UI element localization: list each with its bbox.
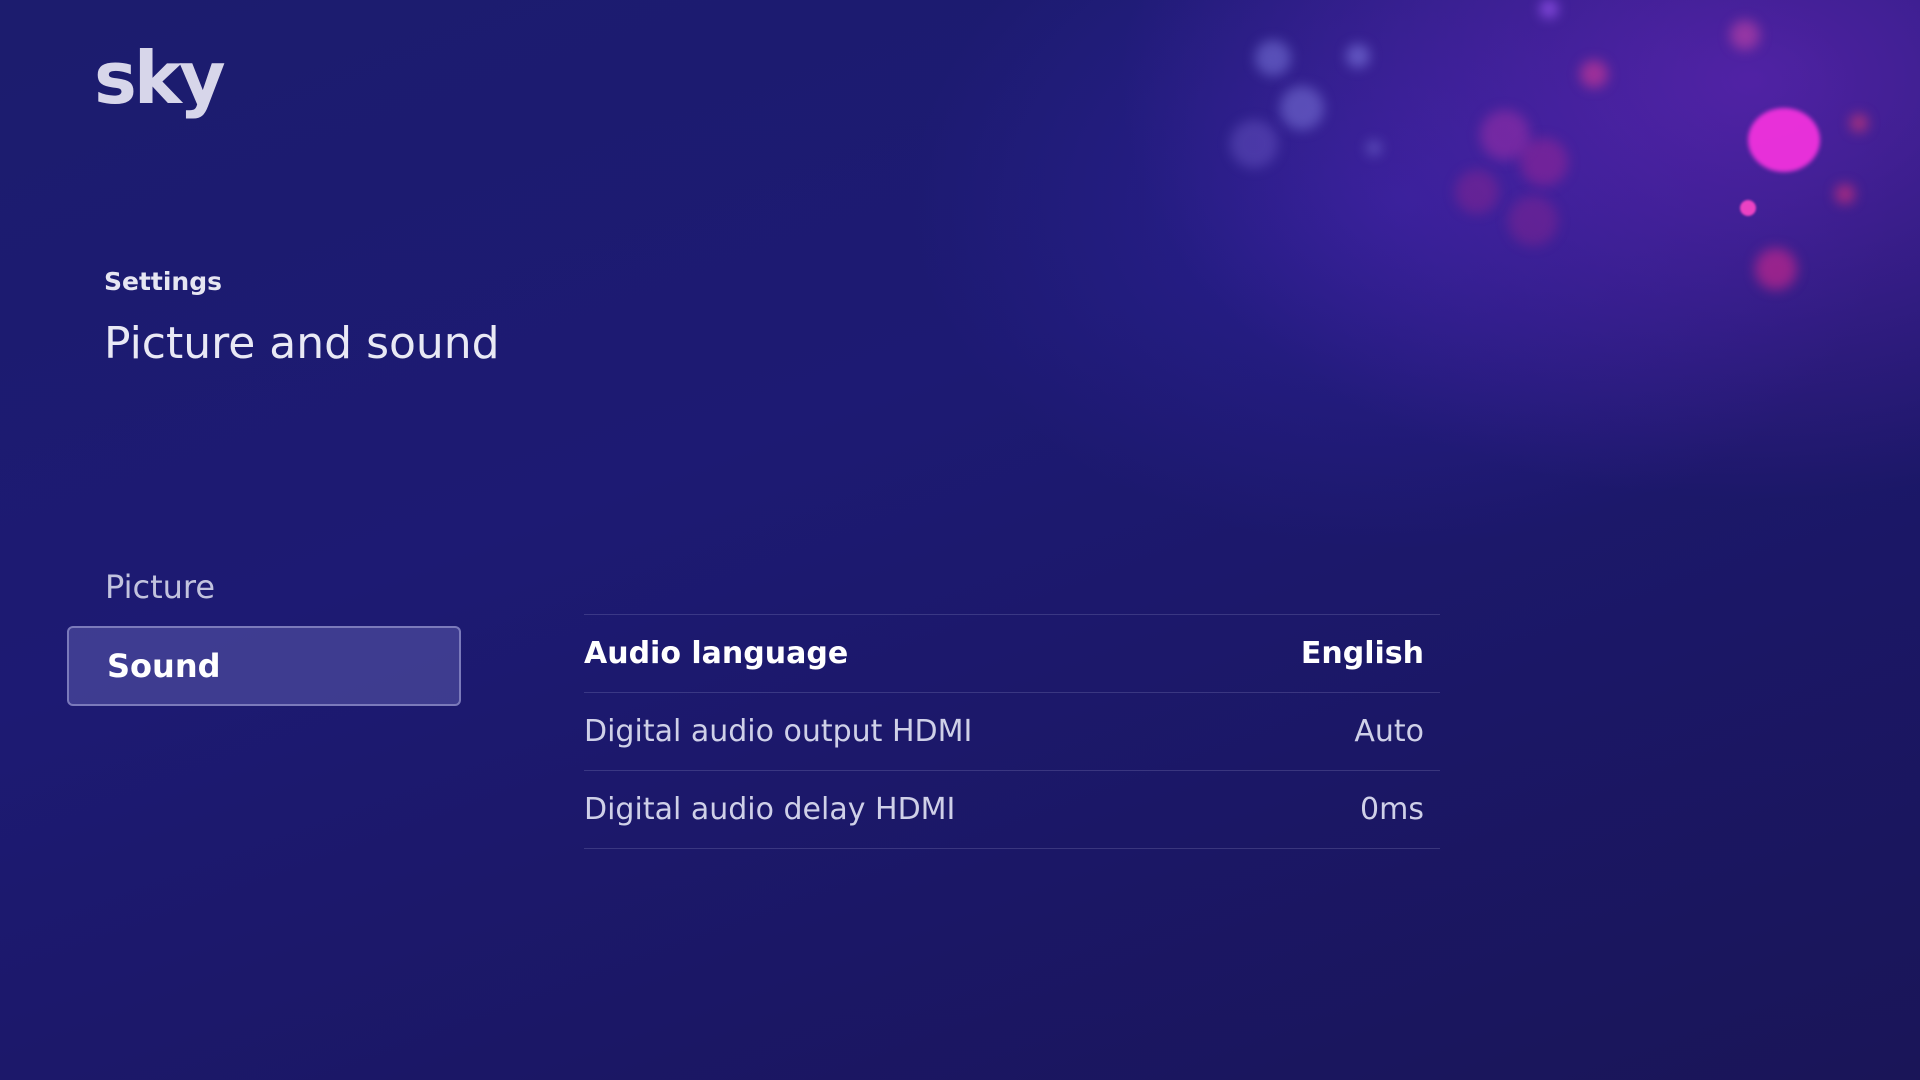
setting-label: Audio language [584,636,849,671]
setting-label: Digital audio output HDMI [584,714,973,749]
setting-value: 0ms [1360,792,1424,827]
setting-row-audio-language[interactable]: Audio language English [584,615,1440,693]
sky-logo: sky [94,42,226,114]
page-title: Picture and sound [104,318,500,369]
setting-row-digital-audio-output[interactable]: Digital audio output HDMI Auto [584,693,1440,771]
logo-text: sky [94,36,226,120]
side-menu-item-label: Picture [105,568,216,606]
sound-settings-list: Audio language English Digital audio out… [584,614,1440,849]
side-menu: Picture Sound [67,548,461,706]
setting-row-digital-audio-delay[interactable]: Digital audio delay HDMI 0ms [584,771,1440,849]
side-menu-item-sound[interactable]: Sound [67,626,461,706]
side-menu-item-picture[interactable]: Picture [67,548,461,626]
setting-value: Auto [1354,714,1424,749]
breadcrumb: Settings [104,267,223,296]
setting-value: English [1300,636,1424,671]
setting-label: Digital audio delay HDMI [584,792,956,827]
side-menu-item-label: Sound [107,647,221,685]
